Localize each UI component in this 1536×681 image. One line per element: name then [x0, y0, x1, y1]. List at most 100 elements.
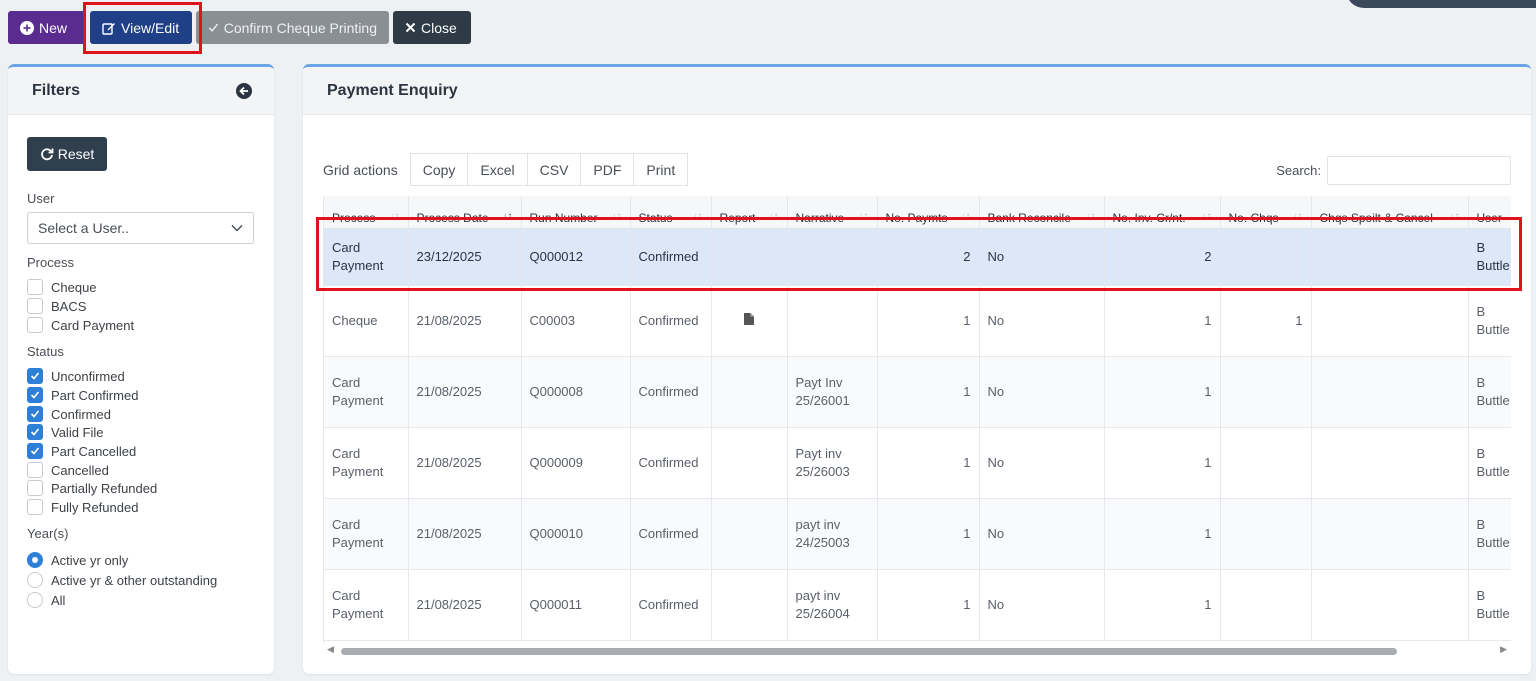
checkbox[interactable] — [27, 317, 43, 333]
check-icon — [30, 372, 40, 380]
radio-selected[interactable] — [27, 552, 43, 568]
sort-icon: ↓↑ — [768, 210, 779, 222]
column-header[interactable]: Run Number ↓↑ — [521, 196, 631, 229]
table-row[interactable]: Cheque 21/08/2025 C00003 Confirmed 1 No … — [324, 285, 1511, 357]
cell-bank-reconcile: No — [979, 228, 1105, 286]
user-select-value: Select a User.. — [38, 220, 130, 236]
checkbox-checked[interactable] — [27, 406, 43, 422]
status-option-confirmed[interactable]: Confirmed — [27, 405, 111, 423]
column-header-label: Process — [332, 210, 376, 225]
cell-no-paymts: 1 — [877, 427, 980, 499]
option-label: BACS — [51, 298, 87, 314]
column-header-label: No. Paymts — [885, 210, 948, 225]
radio[interactable] — [27, 592, 43, 608]
option-label: Part Confirmed — [51, 387, 139, 403]
cell-bank-reconcile: No — [979, 285, 1105, 357]
column-header[interactable]: No. Inv. Cr/nt. ↓↑ — [1104, 196, 1221, 229]
year-option-active-only[interactable]: Active yr only — [27, 551, 128, 569]
column-header-label: No. Chqs — [1228, 210, 1279, 225]
column-header[interactable]: Bank Reconcile ↓↑ — [979, 196, 1105, 229]
excel-button[interactable]: Excel — [468, 153, 528, 186]
option-label: Cancelled — [51, 462, 109, 478]
year-option-all[interactable]: All — [27, 591, 65, 609]
column-header[interactable]: Narrative ↓↑ — [787, 196, 878, 229]
scroll-left-icon[interactable]: ◀ — [327, 645, 334, 655]
checkbox-checked[interactable] — [27, 387, 43, 403]
table-row[interactable]: Card Payment 21/08/2025 Q000009 Confirme… — [324, 427, 1511, 499]
cell-user: B Buttle — [1468, 569, 1511, 641]
column-header[interactable]: User — [1468, 196, 1511, 229]
horizontal-scrollbar[interactable]: ◀ ▶ — [323, 645, 1511, 657]
checkbox[interactable] — [27, 480, 43, 496]
enquiry-title: Payment Enquiry — [327, 81, 458, 99]
status-option-unconfirmed[interactable]: Unconfirmed — [27, 367, 125, 385]
cell-report — [711, 285, 788, 357]
file-icon[interactable] — [743, 312, 754, 325]
checkbox[interactable] — [27, 279, 43, 295]
column-header[interactable]: Report ↓↑ — [711, 196, 788, 229]
checkbox-checked[interactable] — [27, 424, 43, 440]
check-icon — [30, 447, 40, 455]
checkbox-checked[interactable] — [27, 368, 43, 384]
status-option-cancelled[interactable]: Cancelled — [27, 461, 109, 479]
table-row-selected[interactable]: Card Payment 23/12/2025 Q000012 Confirme… — [324, 228, 1511, 286]
new-button[interactable]: New — [8, 11, 86, 44]
option-label: Card Payment — [51, 317, 135, 333]
status-option-part-cancelled[interactable]: Part Cancelled — [27, 442, 136, 460]
confirm-label: Confirm Cheque Printing — [223, 19, 377, 36]
cell-narrative — [787, 285, 878, 357]
cell-report — [711, 427, 788, 499]
scrollbar-thumb[interactable] — [341, 648, 1397, 655]
status-option-fully-refunded[interactable]: Fully Refunded — [27, 498, 138, 516]
column-header[interactable]: Chqs Spoilt & Cancel ↓↑ — [1311, 196, 1469, 229]
column-header-label: Chqs Spoilt & Cancel — [1319, 210, 1433, 225]
cell-process: Card Payment — [324, 356, 409, 428]
checkbox[interactable] — [27, 298, 43, 314]
filters-header: Filters — [8, 67, 274, 115]
cell-chqs-spoilt — [1311, 285, 1469, 357]
arrow-left-circle-icon[interactable] — [236, 82, 252, 99]
csv-button[interactable]: CSV — [527, 153, 582, 186]
new-label: New — [39, 19, 68, 36]
checkbox[interactable] — [27, 499, 43, 515]
confirm-cheque-printing-button[interactable]: Confirm Cheque Printing — [196, 11, 389, 44]
option-label: Active yr only — [51, 552, 129, 568]
checkbox[interactable] — [27, 462, 43, 478]
close-button[interactable]: Close — [393, 11, 471, 44]
cell-bank-reconcile: No — [979, 498, 1105, 570]
user-menu-tab[interactable] — [1346, 0, 1536, 8]
scroll-right-icon[interactable]: ▶ — [1500, 645, 1507, 655]
table-row[interactable]: Card Payment 21/08/2025 Q000011 Confirme… — [324, 569, 1511, 641]
column-header[interactable]: No. Paymts ↓↑ — [877, 196, 980, 229]
search-input[interactable] — [1327, 156, 1511, 185]
table-row[interactable]: Card Payment 21/08/2025 Q000008 Confirme… — [324, 356, 1511, 428]
cell-chqs-spoilt — [1311, 498, 1469, 570]
cell-report — [711, 356, 788, 428]
radio[interactable] — [27, 572, 43, 588]
pdf-button[interactable]: PDF — [581, 153, 635, 186]
status-option-partially-refunded[interactable]: Partially Refunded — [27, 479, 157, 497]
column-header[interactable]: Process ↓↑ — [324, 196, 409, 229]
toolbar: New View/Edit Confirm Cheque Printing Cl… — [8, 11, 471, 44]
table-row[interactable]: Card Payment 21/08/2025 Q000010 Confirme… — [324, 498, 1511, 570]
column-header[interactable]: Process Date ↓↑ — [408, 196, 522, 229]
cell-run-number: C00003 — [521, 285, 631, 357]
copy-button[interactable]: Copy — [409, 153, 469, 186]
year-option-active-and-outstanding[interactable]: Active yr & other outstanding — [27, 571, 217, 589]
column-header[interactable]: No. Chqs ↓↑ — [1220, 196, 1312, 229]
status-option-part-confirmed[interactable]: Part Confirmed — [27, 386, 138, 404]
payments-table: Process ↓↑ Process Date ↓↑ Run Number ↓↑ St… — [324, 196, 1511, 641]
process-option-cheque[interactable]: Cheque — [27, 278, 97, 296]
cell-narrative: payt inv 25/26004 — [787, 569, 878, 641]
process-option-card-payment[interactable]: Card Payment — [27, 316, 134, 334]
reset-button[interactable]: Reset — [27, 137, 107, 171]
checkbox-checked[interactable] — [27, 443, 43, 459]
user-select[interactable]: Select a User.. — [27, 212, 254, 244]
column-header[interactable]: Status ↓↑ — [630, 196, 712, 229]
cell-chqs-spoilt — [1311, 569, 1469, 641]
cell-no-chqs: 1 — [1220, 285, 1312, 357]
status-option-valid-file[interactable]: Valid File — [27, 423, 104, 441]
process-option-bacs[interactable]: BACS — [27, 297, 86, 315]
print-button[interactable]: Print — [634, 153, 689, 186]
sort-icon: ↓↑ — [858, 210, 869, 222]
